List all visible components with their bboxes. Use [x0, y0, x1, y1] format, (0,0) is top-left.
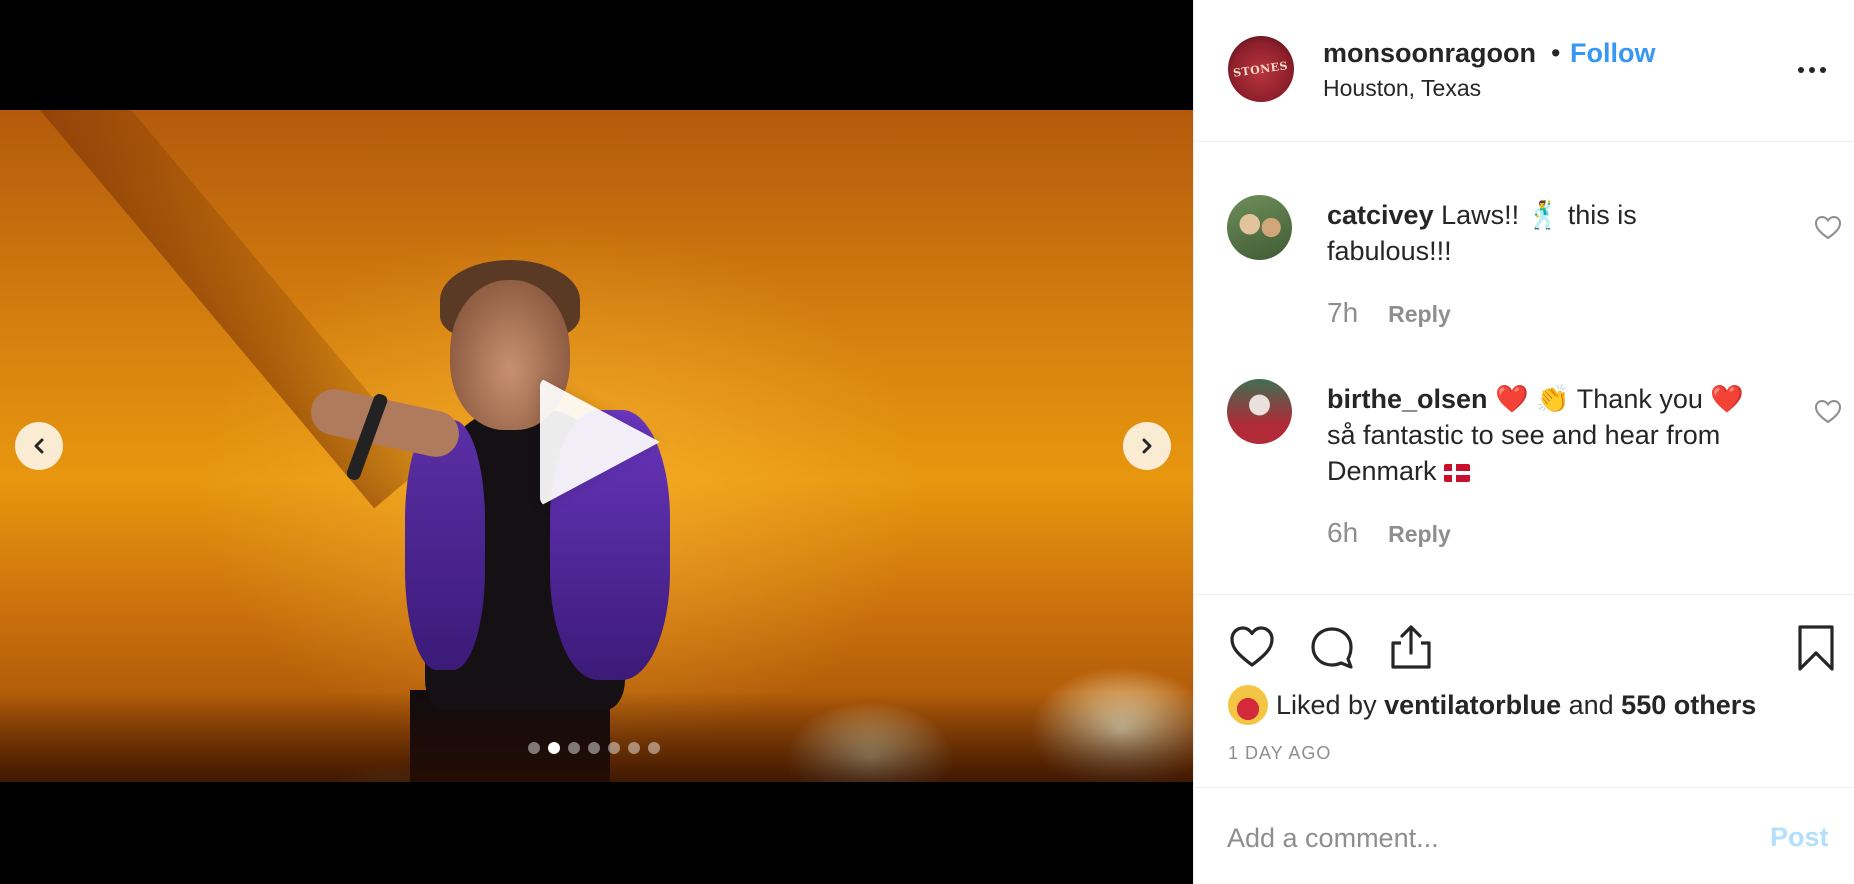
follow-button[interactable]: Follow [1570, 38, 1655, 69]
carousel-dot [628, 742, 640, 754]
post-comment-button[interactable]: Post [1770, 822, 1829, 853]
comment-meta: 7h Reply [1327, 297, 1451, 329]
avatar[interactable]: STONES [1228, 36, 1294, 102]
performer-image [306, 170, 730, 782]
likes-prefix: Liked by [1276, 689, 1385, 720]
reply-button[interactable]: Reply [1388, 521, 1451, 548]
share-icon[interactable] [1387, 623, 1435, 671]
location-link[interactable]: Houston, Texas [1323, 75, 1481, 102]
commenter-avatar[interactable] [1227, 195, 1292, 260]
chevron-right-icon [1142, 438, 1152, 454]
media-viewer [0, 0, 1193, 884]
comment-input[interactable] [1227, 818, 1727, 858]
avatar-label: STONES [1232, 58, 1290, 80]
reply-button[interactable]: Reply [1388, 301, 1451, 328]
next-slide-button[interactable] [1123, 422, 1171, 470]
username-link[interactable]: monsoonragoon [1323, 38, 1536, 69]
carousel-dot [648, 742, 660, 754]
carousel-dot [528, 742, 540, 754]
comment-time[interactable]: 6h [1327, 517, 1358, 549]
heart-icon[interactable] [1814, 215, 1842, 241]
post-timestamp[interactable]: 1 DAY AGO [1228, 743, 1331, 764]
comment-bubble-icon[interactable] [1308, 623, 1356, 671]
like-heart-icon[interactable] [1228, 623, 1276, 671]
comment-username[interactable]: birthe_olsen [1327, 384, 1488, 414]
comment-body: birthe_olsen ❤️ 👏 Thank you ❤️ så fantas… [1327, 381, 1747, 489]
comment-time[interactable]: 7h [1327, 297, 1358, 329]
post-details-panel: STONES monsoonragoon • Follow Houston, T… [1193, 0, 1854, 884]
denmark-flag-icon [1444, 464, 1471, 482]
comment-username[interactable]: catcivey [1327, 200, 1434, 230]
carousel-dot [548, 742, 560, 754]
separator-dot: • [1551, 38, 1561, 68]
carousel-indicator [528, 742, 660, 754]
post-header: STONES monsoonragoon • Follow Houston, T… [1194, 0, 1854, 142]
likes-text: Liked by ventilatorblue and 550 others [1276, 690, 1756, 721]
likes-summary: Liked by ventilatorblue and 550 others [1228, 685, 1756, 725]
play-icon[interactable] [540, 378, 660, 506]
liker-username[interactable]: ventilatorblue [1384, 690, 1561, 720]
likes-middle: and [1561, 689, 1622, 720]
heart-icon[interactable] [1814, 399, 1842, 425]
previous-slide-button[interactable] [15, 422, 63, 470]
carousel-dot [588, 742, 600, 754]
bookmark-icon[interactable] [1792, 623, 1840, 671]
comment-meta: 6h Reply [1327, 517, 1451, 549]
chevron-left-icon [34, 438, 44, 454]
likes-count-link[interactable]: 550 others [1621, 690, 1756, 720]
carousel-dot [568, 742, 580, 754]
post-actions: Liked by ventilatorblue and 550 others 1… [1194, 594, 1854, 763]
more-options-icon[interactable] [1798, 62, 1838, 78]
add-comment-bar: Post [1194, 787, 1854, 884]
commenter-avatar[interactable] [1227, 379, 1292, 444]
stage-floor [0, 692, 1193, 782]
comment-body: catcivey Laws!! 🕺 this is fabulous!!! [1327, 197, 1747, 269]
liker-avatar[interactable] [1228, 685, 1268, 725]
carousel-dot [608, 742, 620, 754]
